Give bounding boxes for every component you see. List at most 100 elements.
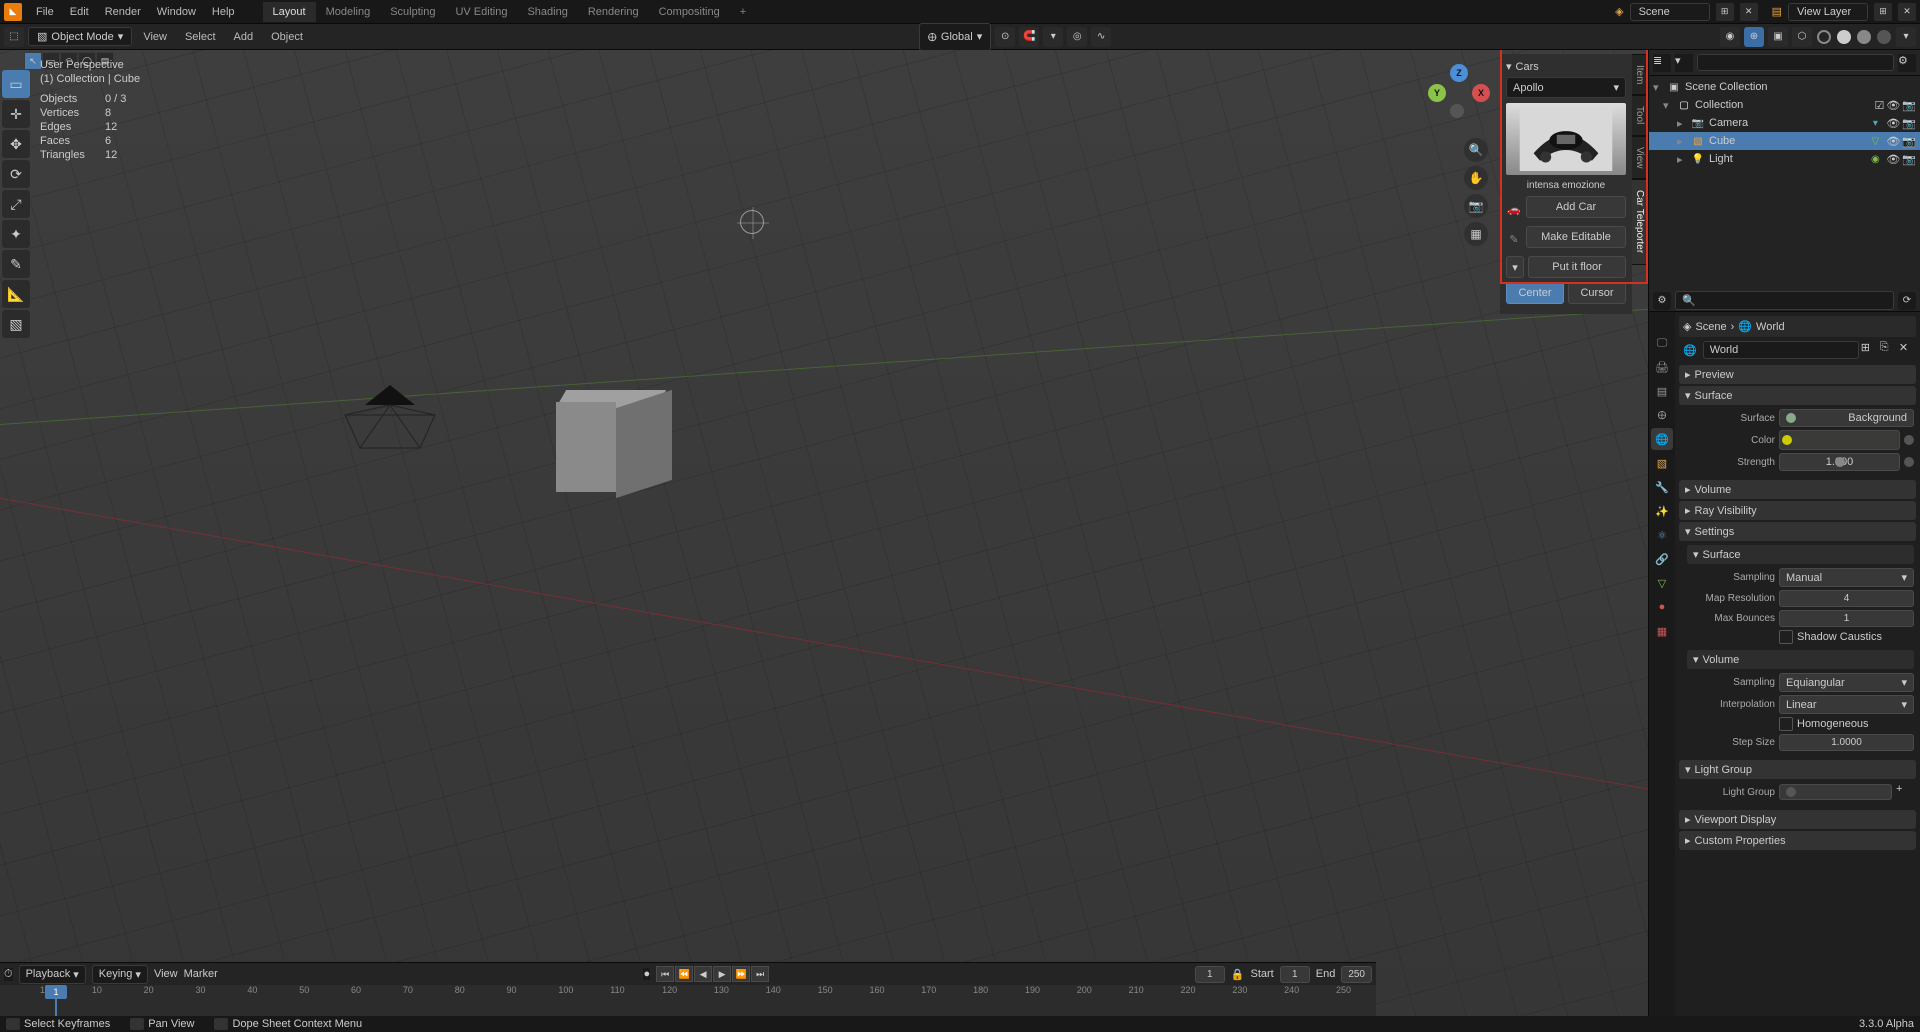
world-copy-icon[interactable]: ⎘ <box>1880 341 1897 359</box>
tl-marker[interactable]: Marker <box>184 968 218 980</box>
ptab-texture[interactable]: ▦ <box>1651 620 1673 642</box>
tool-annotate[interactable]: ✎ <box>2 250 30 278</box>
car-model-dropdown[interactable]: Apollo▾ <box>1506 77 1626 98</box>
gizmo-y-icon[interactable]: Y <box>1428 84 1446 102</box>
ptab-output[interactable]: 🖨 <box>1651 356 1673 378</box>
prop-type-icon[interactable]: ∿ <box>1091 27 1111 47</box>
outliner-search-input[interactable] <box>1697 54 1894 71</box>
ws-uv[interactable]: UV Editing <box>445 2 517 22</box>
tool-cursor[interactable]: ✛ <box>2 100 30 128</box>
outliner-display-icon[interactable]: ▾ <box>1675 54 1693 72</box>
shading-opts-icon[interactable]: ▾ <box>1896 27 1916 47</box>
ws-rendering[interactable]: Rendering <box>578 2 649 22</box>
chevron-down-icon[interactable]: ▾ <box>1506 60 1512 73</box>
menu-file[interactable]: File <box>28 6 62 18</box>
gizmo-x-icon[interactable]: X <box>1472 84 1490 102</box>
current-frame-field[interactable]: 1 <box>1195 966 1225 983</box>
node-dot-icon[interactable] <box>1786 787 1796 797</box>
center-button[interactable]: Center <box>1506 282 1564 304</box>
sec-volume[interactable]: ▸Volume <box>1679 480 1916 499</box>
ptab-scene[interactable]: 🜨 <box>1651 404 1673 426</box>
lightgroup-field[interactable] <box>1779 784 1892 800</box>
sec-preview[interactable]: ▸Preview <box>1679 365 1916 384</box>
nav-persp-icon[interactable]: ▦ <box>1464 222 1488 246</box>
render-icon[interactable]: 📷 <box>1902 99 1916 112</box>
stepsize-field[interactable]: 1.0000 <box>1779 734 1914 751</box>
ntab-view[interactable]: View <box>1631 136 1648 180</box>
vh-select[interactable]: Select <box>178 31 223 43</box>
ws-layout[interactable]: Layout <box>263 2 316 22</box>
ws-shading[interactable]: Shading <box>517 2 577 22</box>
ptab-modifiers[interactable]: 🔧 <box>1651 476 1673 498</box>
make-editable-button[interactable]: Make Editable <box>1526 226 1626 248</box>
tool-addcube[interactable]: ▧ <box>2 310 30 338</box>
menu-edit[interactable]: Edit <box>62 6 97 18</box>
tree-scene-collection[interactable]: ▾▣Scene Collection <box>1649 78 1920 96</box>
ws-modeling[interactable]: Modeling <box>316 2 381 22</box>
ptab-data[interactable]: ▽ <box>1651 572 1673 594</box>
floor-expand-button[interactable]: ▾ <box>1506 256 1524 278</box>
xray-icon[interactable]: ▣ <box>1768 27 1788 47</box>
next-key-icon[interactable]: ⏩ <box>732 966 750 982</box>
eye-icon[interactable]: 👁 <box>1886 99 1900 112</box>
sec-lightgroup[interactable]: ▾Light Group <box>1679 760 1916 779</box>
playhead[interactable]: 1 <box>45 985 67 999</box>
exclude-icon[interactable]: ☑ <box>1874 99 1884 112</box>
world-new-icon[interactable]: ⊞ <box>1861 341 1878 359</box>
ptab-physics[interactable]: ⚛ <box>1651 524 1673 546</box>
ptab-viewlayer[interactable]: ▤ <box>1651 380 1673 402</box>
start-frame-field[interactable]: 1 <box>1280 966 1310 983</box>
color-field[interactable] <box>1779 430 1900 450</box>
props-editor-icon[interactable]: ⚙ <box>1653 292 1671 310</box>
scene-name-field[interactable]: Scene <box>1630 3 1710 21</box>
node-dot-icon[interactable] <box>1782 435 1792 445</box>
viewlayer-del-button[interactable]: ✕ <box>1898 3 1916 21</box>
tl-playback[interactable]: Playback▾ <box>19 965 86 984</box>
mode-dropdown[interactable]: ▧ Object Mode▾ <box>28 27 132 46</box>
scene-del-button[interactable]: ✕ <box>1740 3 1758 21</box>
ptab-render[interactable]: 🖵 <box>1651 332 1673 354</box>
eye-icon[interactable]: 👁 <box>1886 117 1900 130</box>
world-name-field[interactable] <box>1703 341 1859 359</box>
eye-icon[interactable]: 👁 <box>1886 153 1900 166</box>
frame-lock-icon[interactable]: 🔒 <box>1231 968 1245 981</box>
snap-icon[interactable]: 🧲 <box>1019 27 1039 47</box>
ws-sculpting[interactable]: Sculpting <box>380 2 445 22</box>
world-unlink-icon[interactable]: ✕ <box>1899 341 1916 359</box>
shadow-caustics-checkbox[interactable] <box>1779 630 1793 644</box>
lightgroup-add-icon[interactable]: + <box>1896 783 1914 801</box>
tool-scale[interactable]: ⤢ <box>2 190 30 218</box>
tool-select-box[interactable]: ▭ <box>2 70 30 98</box>
play-icon[interactable]: ▶ <box>713 966 731 982</box>
scene-new-button[interactable]: ⊞ <box>1716 3 1734 21</box>
timeline-editor-icon[interactable]: ⏱ <box>4 968 13 981</box>
render-icon[interactable]: 📷 <box>1902 153 1916 166</box>
maxbounces-field[interactable]: 1 <box>1779 610 1914 627</box>
nav-gizmo[interactable]: Z X Y <box>1428 66 1490 128</box>
nav-pan-icon[interactable]: ✋ <box>1464 166 1488 190</box>
viewport-camera-object[interactable] <box>335 380 445 460</box>
ptab-constraints[interactable]: 🔗 <box>1651 548 1673 570</box>
vh-add[interactable]: Add <box>227 31 261 43</box>
node-dot-icon[interactable] <box>1786 413 1796 423</box>
ptab-object[interactable]: ▧ <box>1651 452 1673 474</box>
gizmo-z-icon[interactable]: Z <box>1450 64 1468 82</box>
ptab-material[interactable]: ● <box>1651 596 1673 618</box>
play-rev-icon[interactable]: ◀ <box>694 966 712 982</box>
ptab-particles[interactable]: ✨ <box>1651 500 1673 522</box>
ntab-car-teleporter[interactable]: Car Teleporter <box>1631 179 1648 264</box>
outliner-filter-icon[interactable]: ⚙ <box>1898 54 1916 72</box>
timeline-strip[interactable]: 1 11020304050607080901001101201301401501… <box>0 985 1376 1017</box>
shading-matprev-icon[interactable] <box>1857 30 1871 44</box>
nav-camera-icon[interactable]: 📷 <box>1464 194 1488 218</box>
ntab-item[interactable]: Item <box>1631 54 1648 95</box>
vh-object[interactable]: Object <box>264 31 310 43</box>
gizmo-neg-z-icon[interactable] <box>1450 104 1464 118</box>
shading-rendered-icon[interactable] <box>1877 30 1891 44</box>
menu-render[interactable]: Render <box>97 6 149 18</box>
tree-collection[interactable]: ▾▢Collection ☑👁📷 <box>1649 96 1920 114</box>
vh-view[interactable]: View <box>136 31 174 43</box>
sec-settings-surface[interactable]: ▾Surface <box>1687 545 1914 564</box>
sec-viewport-display[interactable]: ▸Viewport Display <box>1679 810 1916 829</box>
ntab-tool[interactable]: Tool <box>1631 95 1648 135</box>
